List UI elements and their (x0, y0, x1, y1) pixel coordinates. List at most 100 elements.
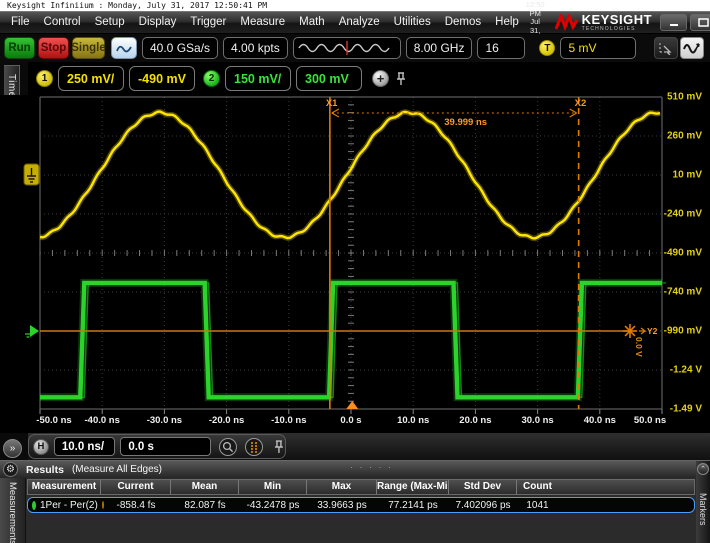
y-axis-label: -1.49 V (670, 404, 702, 415)
measurement-status-icon (32, 501, 36, 510)
menu-item[interactable]: Utilities (387, 12, 438, 33)
column-header[interactable]: Range (Max-Min) (377, 480, 449, 494)
channel-1-offset-box[interactable]: -490 mV (129, 66, 195, 91)
menu-item[interactable]: Analyze (332, 12, 387, 33)
graticule-and-traces (0, 95, 710, 433)
column-header[interactable]: Min (239, 480, 307, 494)
channel-2-offset-box[interactable]: 300 mV (296, 66, 362, 91)
magnifier-icon (222, 441, 234, 453)
sine-pulse-icon (116, 42, 132, 54)
horizontal-bar: H 10.0 ns/ 0.0 s (28, 433, 710, 460)
menu-bar: FileControlSetupDisplayTriggerMeasureMat… (0, 11, 710, 34)
results-table-header: MeasurementCurrentMeanMinMaxRange (Max-M… (27, 479, 695, 495)
acquisition-preview[interactable] (293, 37, 401, 59)
waveform-display[interactable]: 510 mV260 mV10 mV-240 mV-490 mV-740 mV-9… (0, 95, 710, 433)
x-axis-label: -40.0 ns (84, 415, 119, 426)
timebase-scale-box[interactable]: 10.0 ns/ (54, 437, 115, 456)
trigger-level-box[interactable]: 5 mV (560, 37, 636, 59)
restore-icon (698, 18, 709, 27)
x-axis-label: -50.0 ns (36, 415, 71, 426)
cell-min: -43.2478 ps (239, 500, 307, 511)
y-axis-label: 510 mV (667, 92, 702, 103)
trigger-badge[interactable]: T (539, 40, 555, 56)
results-header[interactable]: ⚙ Results (Measure All Edges) · · · · · (0, 461, 710, 478)
y-axis-label: -990 mV (664, 326, 702, 337)
waveform-tools-button[interactable] (680, 37, 704, 59)
y-axis-label: -740 mV (664, 287, 702, 298)
stop-button[interactable]: Stop (38, 37, 69, 59)
pin-icon[interactable] (395, 71, 407, 87)
results-panel: ⚙ Results (Measure All Edges) · · · · · … (0, 460, 710, 543)
channel-1-scale-box[interactable]: 250 mV/ (58, 66, 124, 91)
waveform-arrow-icon (683, 41, 701, 56)
minimize-button[interactable] (660, 14, 687, 31)
pin-icon[interactable] (273, 439, 285, 455)
memory-depth-box[interactable]: 4.00 kpts (223, 37, 288, 59)
add-channel-button[interactable]: + (372, 70, 389, 87)
measurement-name: 1Per - Per(2) (40, 500, 98, 511)
zoom-region-button[interactable] (654, 37, 678, 59)
scroll-up-icon[interactable]: ⌃ (697, 463, 709, 475)
cell-mean: 82.087 fs (171, 500, 239, 511)
y2-marker-label[interactable]: Y2 (647, 326, 657, 336)
dotted-columns-icon (248, 441, 260, 453)
window-title: Keysight Infiniium : Monday, July 31, 20… (0, 0, 710, 11)
cell-max: 33.9663 ps (307, 500, 377, 511)
column-header[interactable]: Mean (171, 480, 239, 494)
touch-waveform-button[interactable] (111, 37, 137, 59)
column-header[interactable]: Measurement (28, 480, 101, 494)
segmented-memory-button[interactable] (245, 438, 263, 456)
expand-panel-button[interactable]: » (3, 439, 22, 458)
x-axis-label: 40.0 ns (584, 415, 616, 426)
menu-item[interactable]: Display (132, 12, 184, 33)
menu-item[interactable]: File (4, 12, 37, 33)
zoom-region-icon (658, 41, 674, 55)
gear-icon[interactable]: ⚙ (3, 462, 18, 477)
channel-2-scale-box[interactable]: 150 mV/ (225, 66, 291, 91)
panel-drag-handle[interactable]: · · · · · (350, 462, 393, 472)
bandwidth-box[interactable]: 8.00 GHz (406, 37, 473, 59)
cell-stddev: 7.402096 ps (449, 500, 517, 511)
y-axis-label: -240 mV (664, 209, 702, 220)
cell-count: 1041 (517, 500, 558, 511)
tab-measurements[interactable]: Measurements (0, 478, 26, 543)
menu-item[interactable]: Trigger (183, 12, 233, 33)
x1-marker-label[interactable]: X1 (326, 98, 338, 109)
minimize-icon (669, 19, 679, 27)
results-subtitle: (Measure All Edges) (72, 464, 162, 475)
sample-rate-box[interactable]: 40.0 GSa/s (142, 37, 218, 59)
cell-range: 77.2141 ps (377, 500, 449, 511)
oscilloscope-app: Keysight Infiniium : Monday, July 31, 20… (0, 0, 710, 543)
measurement-row[interactable]: 1Per - Per(2) -858.4 fs 82.087 fs -43.24… (27, 497, 695, 513)
averages-box[interactable]: 16 (477, 37, 525, 59)
results-table: MeasurementCurrentMeanMinMaxRange (Max-M… (27, 479, 695, 513)
x-axis-label: 50.0 ns (634, 415, 666, 426)
column-header[interactable]: Std Dev (449, 480, 517, 494)
zoom-mode-button[interactable] (219, 438, 237, 456)
tab-markers[interactable]: ⌃ Markers ‹ (696, 461, 710, 543)
x-axis-label: -10.0 ns (271, 415, 306, 426)
y-axis-label: -1.24 V (670, 365, 702, 376)
menu-item[interactable]: Control (37, 12, 88, 33)
cell-current: -858.4 fs (101, 500, 171, 511)
column-header[interactable]: Count (517, 480, 558, 494)
single-button[interactable]: Single (72, 37, 105, 59)
keysight-logo: KEYSIGHT TECHNOLOGIES (555, 14, 660, 32)
x2-marker-label[interactable]: X2 (575, 98, 587, 109)
menu-item[interactable]: Help (488, 12, 526, 33)
menu-item[interactable]: Setup (88, 12, 132, 33)
menu-item[interactable]: Math (292, 12, 332, 33)
channel-1-badge[interactable]: 1 (36, 70, 53, 87)
x-axis-label: 0.0 s (340, 415, 361, 426)
restore-button[interactable] (690, 14, 710, 31)
menu-item[interactable]: Demos (438, 12, 488, 33)
clock-time: 12:50 PM (526, 1, 545, 18)
menu-item[interactable]: Measure (233, 12, 292, 33)
horizontal-badge[interactable]: H (33, 439, 49, 455)
run-button[interactable]: Run (4, 37, 35, 59)
column-header[interactable]: Current (101, 480, 171, 494)
column-header[interactable]: Max (307, 480, 377, 494)
waveform-preview-icon (297, 39, 397, 57)
channel-2-badge[interactable]: 2 (203, 70, 220, 87)
timebase-position-box[interactable]: 0.0 s (120, 437, 211, 456)
